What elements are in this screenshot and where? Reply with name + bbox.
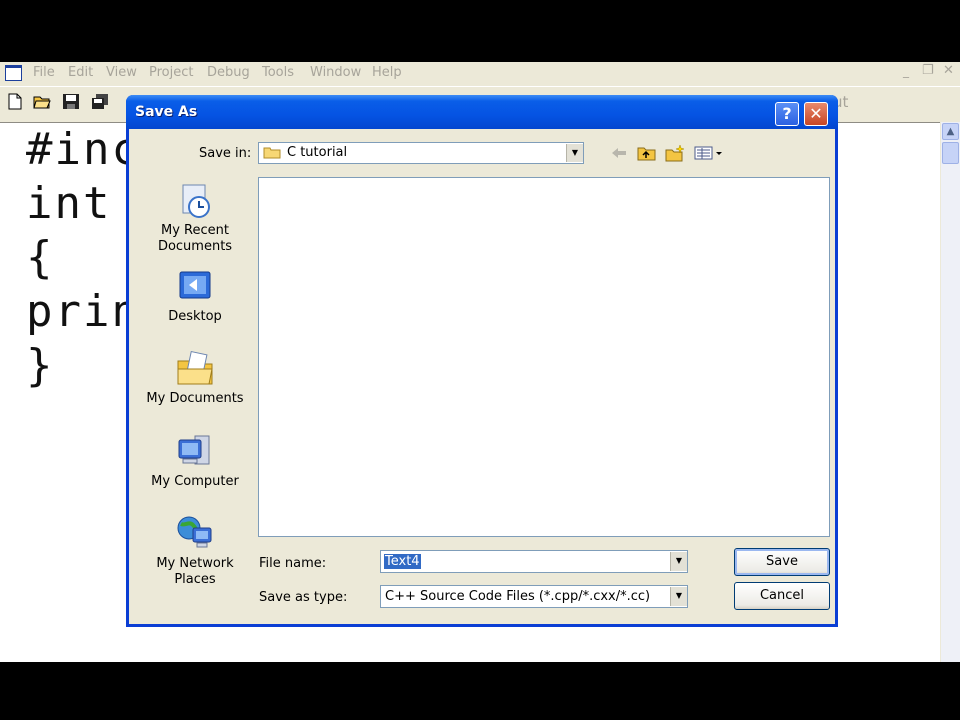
network-places-icon	[177, 516, 212, 548]
scroll-up-icon[interactable]: ▲	[942, 123, 959, 140]
vertical-scrollbar[interactable]: ▲ ▼	[941, 122, 960, 662]
place-label: My Recent Documents	[157, 223, 233, 254]
code-line: int	[26, 178, 112, 229]
view-menu-icon[interactable]	[694, 144, 724, 162]
chevron-down-icon[interactable]: ▼	[670, 552, 687, 571]
new-file-icon[interactable]	[6, 93, 24, 110]
save-as-dialog: Save As ? ✕ Save in: C tutorial ▼ My Rec…	[126, 95, 838, 627]
save-as-type-dropdown[interactable]: C++ Source Code Files (*.cpp/*.cxx/*.cc)…	[380, 585, 688, 608]
save-all-icon[interactable]	[91, 93, 109, 110]
back-arrow-icon[interactable]	[609, 144, 629, 162]
code-line: {	[26, 232, 55, 283]
save-in-value: C tutorial	[287, 145, 348, 160]
chevron-down-icon[interactable]: ▼	[670, 587, 687, 606]
menu-debug[interactable]: Debug	[207, 65, 250, 80]
dialog-title: Save As	[135, 104, 198, 120]
code-line: prin	[26, 286, 140, 337]
menu-file[interactable]: File	[33, 65, 55, 80]
scroll-thumb[interactable]	[942, 142, 959, 164]
menu-tools[interactable]: Tools	[262, 65, 294, 80]
app-icon	[5, 65, 22, 81]
code-line: }	[26, 340, 55, 391]
file-list[interactable]	[258, 177, 830, 537]
minimize-icon[interactable]: _	[903, 64, 909, 78]
chevron-down-icon[interactable]: ▼	[566, 144, 583, 162]
file-name-label: File name:	[259, 556, 327, 571]
menu-view[interactable]: View	[106, 65, 137, 80]
close-button[interactable]: ✕	[804, 102, 828, 126]
save-button[interactable]: Save	[734, 548, 830, 576]
place-desktop[interactable]: Desktop	[138, 267, 252, 325]
save-as-type-value: C++ Source Code Files (*.cpp/*.cxx/*.cc)	[385, 589, 651, 604]
menu-edit[interactable]: Edit	[68, 65, 93, 80]
file-name-field[interactable]: Text4 ▼	[380, 550, 688, 573]
menu-project[interactable]: Project	[149, 65, 193, 80]
menu-help[interactable]: Help	[372, 65, 402, 80]
menu-window[interactable]: Window	[310, 65, 361, 80]
code-line: #inc	[26, 124, 140, 175]
save-in-dropdown[interactable]: C tutorial ▼	[258, 142, 584, 164]
help-button[interactable]: ?	[775, 102, 799, 126]
up-folder-icon[interactable]	[637, 144, 657, 162]
place-my-computer[interactable]: My Computer	[138, 432, 252, 490]
place-label: My Network Places	[156, 556, 234, 587]
place-label: Desktop	[168, 309, 222, 324]
file-name-value: Text4	[384, 554, 421, 569]
save-in-label: Save in:	[199, 146, 252, 161]
place-label: My Documents	[146, 391, 244, 406]
folder-icon	[263, 147, 281, 159]
place-recent-documents[interactable]: My Recent Documents	[138, 181, 252, 255]
desktop-icon	[179, 271, 211, 299]
dialog-titlebar[interactable]: Save As ? ✕	[126, 95, 838, 129]
recent-documents-icon	[182, 184, 210, 218]
menu-bar: File Edit View Project Debug Tools Windo…	[0, 62, 960, 84]
open-folder-icon[interactable]	[33, 93, 51, 110]
places-bar: My Recent Documents Desktop My Documents	[138, 173, 252, 593]
place-label: My Computer	[151, 474, 239, 489]
my-computer-icon	[178, 435, 210, 465]
restore-icon[interactable]: ❐	[922, 63, 934, 78]
close-icon[interactable]: ✕	[943, 63, 954, 78]
my-documents-icon	[177, 350, 213, 385]
save-as-type-label: Save as type:	[259, 590, 348, 605]
place-my-documents[interactable]: My Documents	[138, 349, 252, 407]
place-my-network-places[interactable]: My Network Places	[138, 514, 252, 588]
new-folder-icon[interactable]	[665, 144, 685, 162]
cancel-button[interactable]: Cancel	[734, 582, 830, 610]
save-disk-icon[interactable]	[62, 93, 80, 110]
